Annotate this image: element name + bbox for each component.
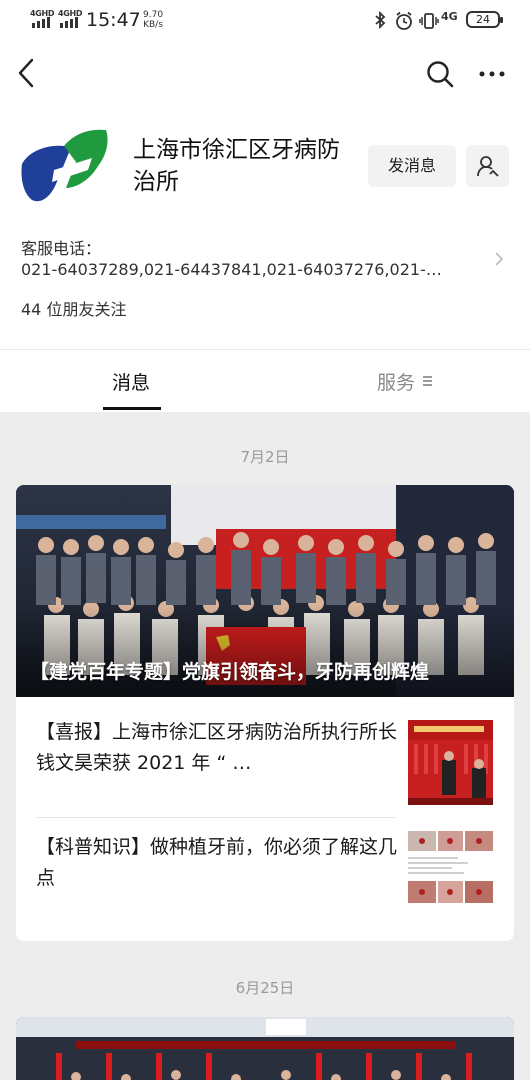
article-thumbnail[interactable] <box>408 720 493 805</box>
net-speed-value: 9.70 <box>143 10 164 20</box>
active-tab-indicator <box>103 407 161 410</box>
more-icon[interactable] <box>476 58 508 90</box>
follow-button[interactable] <box>466 145 509 187</box>
article-card: 【建党百年专题】党旗引领奋斗，牙防再创辉煌 【喜报】上海市徐汇区牙病防治所执行所… <box>16 485 514 941</box>
net-speed: 9.70 KB/s <box>143 10 163 30</box>
signal-sim1-icon: 4GHD <box>30 9 55 28</box>
message-feed: 7月2日 【建党百年专题】党旗引领奋斗，牙防再创辉煌 【喜报】上海市徐汇区牙病防… <box>0 412 530 1080</box>
search-icon[interactable] <box>424 58 456 90</box>
alarm-icon <box>396 11 412 30</box>
featured-photo[interactable] <box>16 1017 514 1080</box>
menu-icon <box>423 376 433 386</box>
featured-article[interactable]: 【建党百年专题】党旗引领奋斗，牙防再创辉煌 <box>16 485 514 697</box>
article-separator <box>36 817 396 818</box>
tab-services[interactable]: 服务 <box>377 368 415 395</box>
date-label: 6月25日 <box>235 979 295 997</box>
phone-label: 客服电话： <box>21 239 102 258</box>
signal-sim2-icon: 4GHD <box>58 9 83 28</box>
account-name: 上海市徐汇区牙病防治所 <box>133 137 340 195</box>
bluetooth-icon <box>375 11 386 29</box>
thumbnail-image <box>408 827 493 912</box>
divider <box>0 349 530 350</box>
nav-bar <box>0 40 530 110</box>
send-message-button[interactable]: 发消息 <box>368 145 456 187</box>
thumbnail-image <box>408 720 493 805</box>
followers-count: 44 位朋友关注 <box>21 300 127 319</box>
back-icon[interactable] <box>12 56 42 90</box>
net-speed-unit: KB/s <box>143 20 163 30</box>
article-title[interactable]: 【科普知识】做种植牙前，你必须了解这几点 <box>36 832 406 894</box>
account-logo <box>21 129 108 202</box>
network-type: 4G <box>441 10 458 23</box>
phone-numbers[interactable]: 021-64037289,021-64437841,021-64037276,0… <box>21 260 461 279</box>
battery-icon: 24 <box>466 11 503 28</box>
article-thumbnail[interactable] <box>408 827 493 912</box>
vibrate-icon <box>419 13 439 29</box>
chevron-right-icon[interactable] <box>493 250 505 268</box>
featured-article-title: 【建党百年专题】党旗引领奋斗，牙防再创辉煌 <box>30 661 430 683</box>
date-label: 7月2日 <box>240 448 290 466</box>
status-bar: 4GHD 4GHD 15:47 9.70 KB/s 4G 24 <box>0 0 530 40</box>
article-title[interactable]: 【喜报】上海市徐汇区牙病防治所执行所长钱文昊荣获 2021 年 “ … <box>36 717 406 779</box>
clock: 15:47 <box>86 9 141 31</box>
article-card <box>16 1017 514 1080</box>
user-follow-icon <box>477 156 499 177</box>
tab-messages[interactable]: 消息 <box>112 368 150 395</box>
